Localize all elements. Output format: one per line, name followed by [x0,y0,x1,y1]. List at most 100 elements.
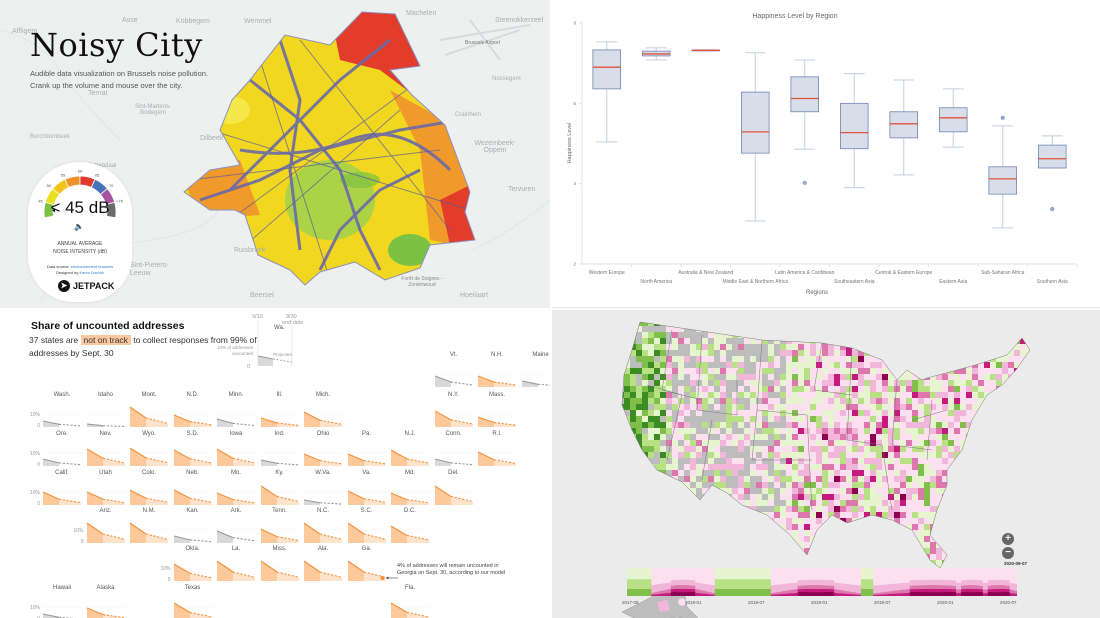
county-cell [678,326,685,333]
timeline-bar [668,589,672,593]
state-small-multiple[interactable]: Maine [520,352,550,388]
county-cell [756,386,763,393]
county-cell [654,332,661,339]
county-cell [858,560,865,567]
state-small-multiple[interactable]: Mich. [303,392,343,428]
state-small-multiple[interactable]: Mont. [129,392,169,428]
state-small-multiple[interactable]: Iowa [216,431,256,467]
state-small-multiple[interactable]: N.H. [477,352,517,388]
state-small-multiple[interactable]: Wash. [42,392,82,428]
timeline-bar [956,592,959,596]
county-cell [900,410,907,417]
county-cell [924,368,931,375]
state-small-multiple[interactable]: S.D. [172,431,213,467]
designer-link[interactable]: Karim Douïeb [79,270,103,275]
county-cell [972,392,979,399]
state-small-multiple[interactable]: Pa. [346,431,387,467]
state-small-multiple[interactable]: Idaho [85,392,126,428]
state-small-multiple[interactable]: Ark. [216,508,256,544]
state-small-multiple[interactable]: Vt. [433,352,474,388]
county-cell [630,524,637,531]
county-cell [942,362,949,369]
zoom-in-button[interactable]: + [1002,533,1014,545]
county-cell [798,332,805,339]
county-cell [738,548,745,555]
state-small-multiple[interactable]: Minn. [216,392,256,428]
jetpack-logo[interactable]: ➤ JETPACK [58,280,114,292]
state-small-multiple[interactable]: W.Va. [303,470,343,506]
state-small-multiple[interactable]: Wyo. [129,431,169,467]
state-small-multiple[interactable]: R.I. [477,431,517,467]
state-small-multiple[interactable]: Miss. [259,546,300,582]
state-small-multiple[interactable]: Neb. [172,470,213,506]
state-small-multiple[interactable]: Ohio [303,431,343,467]
state-small-multiple[interactable]: N.J. [390,431,430,467]
county-cell [750,356,757,363]
county-cell [1020,368,1027,375]
source-link[interactable]: environnement.brussels [71,264,113,269]
county-cell [642,386,649,393]
timeline-bar [673,591,677,596]
state-small-multiple[interactable]: Okla. [172,546,213,582]
state-small-multiple[interactable]: Ky. [259,470,300,506]
state-small-multiple[interactable]: Alaska [85,585,126,618]
county-cell [750,470,757,477]
county-cell [702,536,709,543]
county-cell [622,326,625,333]
state-small-multiple[interactable]: Ariz. [85,508,126,544]
timeline-bar [948,568,952,581]
state-small-multiple[interactable]: Ill. [259,392,300,428]
state-small-multiple[interactable]: N.Y. [433,392,474,428]
state-small-multiple[interactable]: Tenn. [259,508,300,544]
state-small-multiple[interactable]: La. [216,546,256,582]
state-small-multiple[interactable]: Va. [346,470,387,506]
county-cell [936,470,943,477]
county-cell [966,536,973,543]
state-small-multiple[interactable]: Conn. [433,431,474,467]
state-small-multiple[interactable]: Colo. [129,470,169,506]
county-cell [900,434,907,441]
timeline-bar [1004,568,1008,581]
state-small-multiple[interactable]: Mo. [216,470,256,506]
state-small-multiple[interactable]: Hawaii [42,585,82,618]
county-cell [702,428,709,435]
timeline-bar [841,568,845,584]
state-small-multiple[interactable]: Ind. [259,431,300,467]
state-small-multiple[interactable]: Kan. [172,508,213,544]
state-small-multiple[interactable]: Ala. [303,546,343,582]
timeline-bar [812,588,815,593]
timeline-bar [829,568,833,581]
timeline-bar [999,585,1003,589]
speaker-icon[interactable]: 🔈 [74,222,84,231]
timeline-heatmap[interactable] [627,568,1017,600]
county-cell [732,326,739,333]
county-cell [630,322,637,327]
state-small-multiple[interactable]: S.C. [346,508,387,544]
state-small-multiple[interactable]: Ore. [42,431,82,467]
county-cell [654,482,661,489]
county-cell [672,398,679,405]
state-small-multiple[interactable]: N.D. [172,392,213,428]
state-small-multiple[interactable]: Calif. [42,470,82,506]
county-cell [924,560,931,567]
state-small-multiple[interactable]: N.M. [129,508,169,544]
county-cell [708,386,715,393]
zoom-out-button[interactable]: − [1002,547,1014,559]
county-cell [690,458,697,465]
county-cell [816,362,823,369]
state-small-multiple[interactable]: Fla. [390,585,430,618]
state-small-multiple[interactable]: Md. [390,470,430,506]
timeline-bar [729,568,733,580]
state-small-multiple[interactable]: Texas [172,585,213,618]
county-cell [894,542,901,549]
state-small-multiple[interactable]: Del. [433,470,474,506]
state-small-multiple[interactable]: Mass. [477,392,517,428]
state-small-multiple[interactable]: N.C. [303,508,343,544]
state-small-multiple[interactable]: Utah [85,470,126,506]
county-cell [666,482,673,489]
county-cell [882,458,889,465]
county-cell [678,470,685,477]
county-cell [846,506,853,513]
state-small-multiple[interactable]: D.C. [390,508,430,544]
state-small-multiple[interactable]: Nev. [85,431,126,467]
